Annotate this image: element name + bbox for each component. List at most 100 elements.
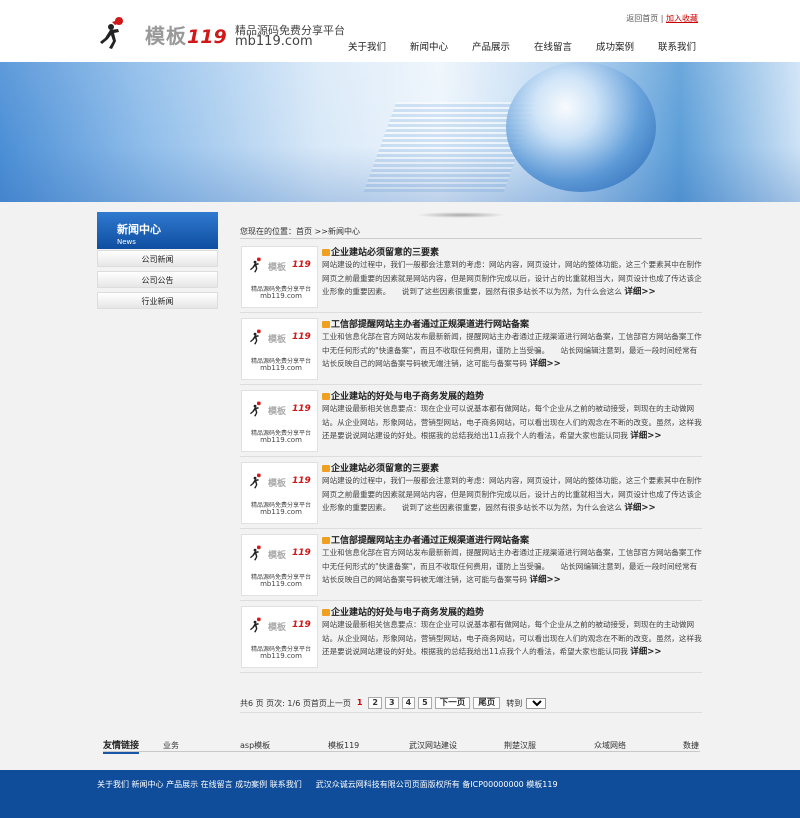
runner-logo-icon xyxy=(100,17,123,49)
next-page-button[interactable]: 下一页 xyxy=(434,697,471,709)
news-title-link[interactable]: 工信部提醒网站主办者通过正规渠道进行网站备案 xyxy=(322,317,529,330)
sidebar-item-company-news[interactable]: 公司新闻 xyxy=(97,250,218,267)
news-thumbnail[interactable]: 模板 119 精品源码免费分享平台 mb119.com xyxy=(241,462,318,524)
news-thumbnail[interactable]: 模板 119 精品源码免费分享平台 mb119.com xyxy=(241,390,318,452)
nav-item-products[interactable]: 产品展示 xyxy=(460,39,522,53)
news-summary: 网站建设的过程中，我们一般都会注意到的考虑：网站内容，网页设计，网站的整体功能，… xyxy=(322,474,702,516)
news-title-link[interactable]: 企业建站的好处与电子商务发展的趋势 xyxy=(322,605,484,618)
friend-link-item[interactable]: 数捷 xyxy=(683,740,699,751)
page-link-4[interactable]: 4 xyxy=(401,697,416,709)
logo-name: 模板 xyxy=(145,24,187,48)
friend-link-item[interactable]: 模板119 xyxy=(328,740,359,751)
news-title-icon xyxy=(322,465,330,472)
list-item: 模板 119 精品源码免费分享平台 mb119.com 企业建站必须留意的三要素 … xyxy=(240,457,702,529)
friend-links: 友情链接 业务 asp模板 模板119 武汉网站建设 荆楚汉服 众域网络 数捷 xyxy=(103,738,700,754)
runner-logo-icon xyxy=(249,617,261,633)
nav-item-contact[interactable]: 联系我们 xyxy=(646,39,708,53)
sidebar-item-company-notice[interactable]: 公司公告 xyxy=(97,271,218,288)
thumb-url: mb119.com xyxy=(260,292,302,300)
list-item: 模板 119 精品源码免费分享平台 mb119.com 企业建站的好处与电子商务发… xyxy=(240,601,702,673)
thumb-logo-name: 模板 xyxy=(268,263,287,273)
thumb-logo-number: 119 xyxy=(292,260,311,270)
news-summary: 网站建设最新相关信息要点：现在企业可以说基本都有做网站，每个企业从之前的被动接受… xyxy=(322,402,702,444)
news-summary: 工业和信息化部在官方网站发布最新新闻，提醒网站主办者通过正规渠道进行网站备案，工… xyxy=(322,546,702,588)
news-summary-text: 工业和信息化部在官方网站发布最新新闻，提醒网站主办者通过正规渠道进行网站备案，工… xyxy=(322,548,702,584)
read-more-link[interactable]: 详细>> xyxy=(624,287,655,297)
footer-copyright: 武汉众诚云网科技有限公司页面版权所有 备ICP00000000 模板119 xyxy=(315,780,558,789)
thumb-logo-number: 119 xyxy=(292,332,311,342)
news-title-icon xyxy=(322,249,330,256)
home-link[interactable]: 返回首页 xyxy=(626,14,658,23)
pagination: 共6 页 页次: 1/6 页首页上一页 1 2 3 4 5 下一页 尾页 转到 … xyxy=(240,697,547,709)
friend-link-item[interactable]: 众域网络 xyxy=(594,740,626,751)
nav-item-about[interactable]: 关于我们 xyxy=(336,39,398,53)
sidebar-menu: 公司新闻 公司公告 行业新闻 xyxy=(97,250,218,313)
thumb-url: mb119.com xyxy=(260,436,302,444)
sidebar-subtitle: News xyxy=(117,238,136,246)
news-title-icon xyxy=(322,393,330,400)
news-thumbnail[interactable]: 模板 119 精品源码免费分享平台 mb119.com xyxy=(241,318,318,380)
news-thumbnail[interactable]: 模板 119 精品源码免费分享平台 mb119.com xyxy=(241,534,318,596)
logo-url: mb119.com xyxy=(235,34,313,49)
page-link-1[interactable]: 1 xyxy=(354,698,366,708)
thumb-logo-number: 119 xyxy=(292,620,311,630)
site-header: 模板119 精品源码免费分享平台 mb119.com 返回首页 | 加入收藏 关… xyxy=(0,0,800,62)
friend-link-item[interactable]: 武汉网站建设 xyxy=(409,740,457,751)
thumb-logo-number: 119 xyxy=(292,548,311,558)
pagination-summary: 共6 页 页次: 1/6 页首页上一页 xyxy=(240,698,351,708)
friend-link-item[interactable]: asp模板 xyxy=(240,740,270,751)
nav-item-message[interactable]: 在线留言 xyxy=(522,39,584,53)
sidebar-item-industry-news[interactable]: 行业新闻 xyxy=(97,292,218,309)
news-title-text: 工信部提醒网站主办者通过正规渠道进行网站备案 xyxy=(331,320,530,330)
thumb-logo-number: 119 xyxy=(292,404,311,414)
sidebar-header: 新闻中心 News xyxy=(97,212,218,249)
news-title-icon xyxy=(322,321,330,328)
news-title-text: 企业建站必须留意的三要素 xyxy=(331,248,440,258)
runner-logo-icon xyxy=(249,401,261,417)
thumb-logo-name: 模板 xyxy=(268,407,287,417)
news-title-link[interactable]: 企业建站必须留意的三要素 xyxy=(322,461,439,474)
news-title-text: 工信部提醒网站主办者通过正规渠道进行网站备案 xyxy=(331,536,530,546)
logo-wordmark: 模板119 xyxy=(145,20,227,49)
news-title-text: 企业建站的好处与电子商务发展的趋势 xyxy=(331,608,485,618)
read-more-link[interactable]: 详细>> xyxy=(630,647,661,657)
footer-nav[interactable]: 关于我们 新闻中心 产品展示 在线留言 成功案例 联系我们 xyxy=(97,780,302,789)
runner-logo-icon xyxy=(249,257,261,273)
runner-logo-icon xyxy=(249,329,261,345)
read-more-link[interactable]: 详细>> xyxy=(630,431,661,441)
sidebar-title: 新闻中心 xyxy=(117,223,161,236)
news-title-link[interactable]: 企业建站的好处与电子商务发展的趋势 xyxy=(322,389,484,402)
page-select[interactable]: 1 xyxy=(526,697,547,709)
news-thumbnail[interactable]: 模板 119 精品源码免费分享平台 mb119.com xyxy=(241,246,318,308)
page-link-5[interactable]: 5 xyxy=(418,697,432,709)
news-title-link[interactable]: 工信部提醒网站主办者通过正规渠道进行网站备案 xyxy=(322,533,529,546)
site-logo[interactable]: 模板119 精品源码免费分享平台 mb119.com xyxy=(97,14,345,52)
list-item: 模板 119 精品源码免费分享平台 mb119.com 企业建站的好处与电子商务发… xyxy=(240,385,702,457)
read-more-link[interactable]: 详细>> xyxy=(624,503,655,513)
read-more-link[interactable]: 详细>> xyxy=(529,359,560,369)
list-item: 模板 119 精品源码免费分享平台 mb119.com 工信部提醒网站主办者通过正… xyxy=(240,529,702,601)
thumb-logo-name: 模板 xyxy=(268,479,287,489)
nav-item-news[interactable]: 新闻中心 xyxy=(398,39,460,53)
read-more-link[interactable]: 详细>> xyxy=(529,575,560,585)
footer-text: 关于我们 新闻中心 产品展示 在线留言 成功案例 联系我们 武汉众诚云网科技有限公… xyxy=(97,779,558,790)
last-page-button[interactable]: 尾页 xyxy=(473,697,501,709)
banner-shadow xyxy=(416,212,506,218)
list-item: 模板 119 精品源码免费分享平台 mb119.com 工信部提醒网站主办者通过正… xyxy=(240,313,702,385)
page-link-3[interactable]: 3 xyxy=(385,697,399,709)
news-title-link[interactable]: 企业建站必须留意的三要素 xyxy=(322,245,439,258)
site-footer: 关于我们 新闻中心 产品展示 在线留言 成功案例 联系我们 武汉众诚云网科技有限公… xyxy=(0,770,800,818)
add-favorite-link[interactable]: 加入收藏 xyxy=(666,14,698,23)
pager-divider xyxy=(240,712,702,713)
news-title-text: 企业建站必须留意的三要素 xyxy=(331,464,440,474)
thumb-url: mb119.com xyxy=(260,652,302,660)
page-link-2[interactable]: 2 xyxy=(368,697,382,709)
runner-logo-icon xyxy=(249,545,261,561)
friend-link-item[interactable]: 荆楚汉服 xyxy=(504,740,536,751)
thumb-logo-name: 模板 xyxy=(268,623,287,633)
nav-item-cases[interactable]: 成功案例 xyxy=(584,39,646,53)
news-thumbnail[interactable]: 模板 119 精品源码免费分享平台 mb119.com xyxy=(241,606,318,668)
hero-banner xyxy=(0,62,800,202)
friend-link-item[interactable]: 业务 xyxy=(163,740,179,751)
thumb-url: mb119.com xyxy=(260,508,302,516)
